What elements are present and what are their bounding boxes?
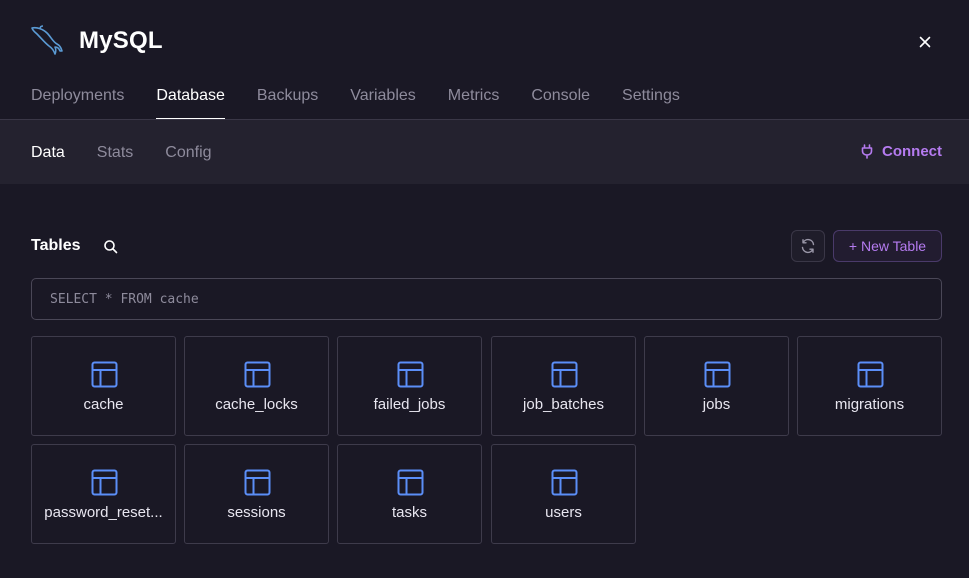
table-icon [397,469,424,496]
table-icon [91,469,118,496]
panel-header: MySQL Deployments Database Backups Varia… [0,0,969,120]
table-icon [857,361,884,388]
table-name: job_batches [523,396,604,413]
close-icon [919,36,931,48]
table-name: cache_locks [215,396,298,413]
table-name: password_reset... [44,504,163,521]
tab-backups[interactable]: Backups [257,84,318,120]
table-name: sessions [227,504,286,521]
table-name: cache [83,396,124,413]
table-card-cache-locks[interactable]: cache_locks [184,336,329,436]
main-tabs: Deployments Database Backups Variables M… [31,84,712,120]
tab-settings[interactable]: Settings [622,84,680,120]
connect-label: Connect [882,143,942,160]
connect-button[interactable]: Connect [861,143,942,160]
table-icon [551,361,578,388]
refresh-icon [801,238,815,254]
service-panel: MySQL Deployments Database Backups Varia… [0,0,969,578]
table-card-sessions[interactable]: sessions [184,444,329,544]
table-icon [397,361,424,388]
database-subnav: Data Stats Config Connect [0,120,969,184]
table-name: tasks [391,504,427,521]
close-button[interactable] [913,30,937,54]
table-name: jobs [702,396,731,413]
table-card-failed-jobs[interactable]: failed_jobs [337,336,482,436]
tab-deployments[interactable]: Deployments [31,84,124,120]
table-card-tasks[interactable]: tasks [337,444,482,544]
sub-tabs: Data Stats Config [31,144,244,162]
table-card-job-batches[interactable]: job_batches [491,336,636,436]
tab-metrics[interactable]: Metrics [448,84,500,120]
tab-variables[interactable]: Variables [350,84,416,120]
table-icon [91,361,118,388]
mysql-dolphin-icon [31,25,63,55]
page-title: MySQL [79,27,163,54]
tables-title: Tables [31,237,81,254]
table-name: users [545,504,582,521]
search-tables-button[interactable] [101,237,119,255]
tab-console[interactable]: Console [531,84,590,120]
sql-query-input[interactable] [31,278,942,320]
table-icon [704,361,731,388]
subtab-stats[interactable]: Stats [97,144,133,162]
search-icon [103,239,117,253]
table-name: migrations [834,396,905,413]
tables-header: Tables + New Table [31,230,942,262]
new-table-button[interactable]: + New Table [833,230,942,262]
table-icon [244,361,271,388]
table-card-password-reset[interactable]: password_reset... [31,444,176,544]
table-name: failed_jobs [373,396,446,413]
tab-database[interactable]: Database [156,84,225,120]
table-card-migrations[interactable]: migrations [797,336,942,436]
refresh-button[interactable] [791,230,825,262]
table-card-jobs[interactable]: jobs [644,336,789,436]
table-icon [551,469,578,496]
plug-icon [861,144,873,159]
table-card-users[interactable]: users [491,444,636,544]
subtab-data[interactable]: Data [31,144,65,162]
table-icon [244,469,271,496]
subtab-config[interactable]: Config [165,144,211,162]
table-card-cache[interactable]: cache [31,336,176,436]
